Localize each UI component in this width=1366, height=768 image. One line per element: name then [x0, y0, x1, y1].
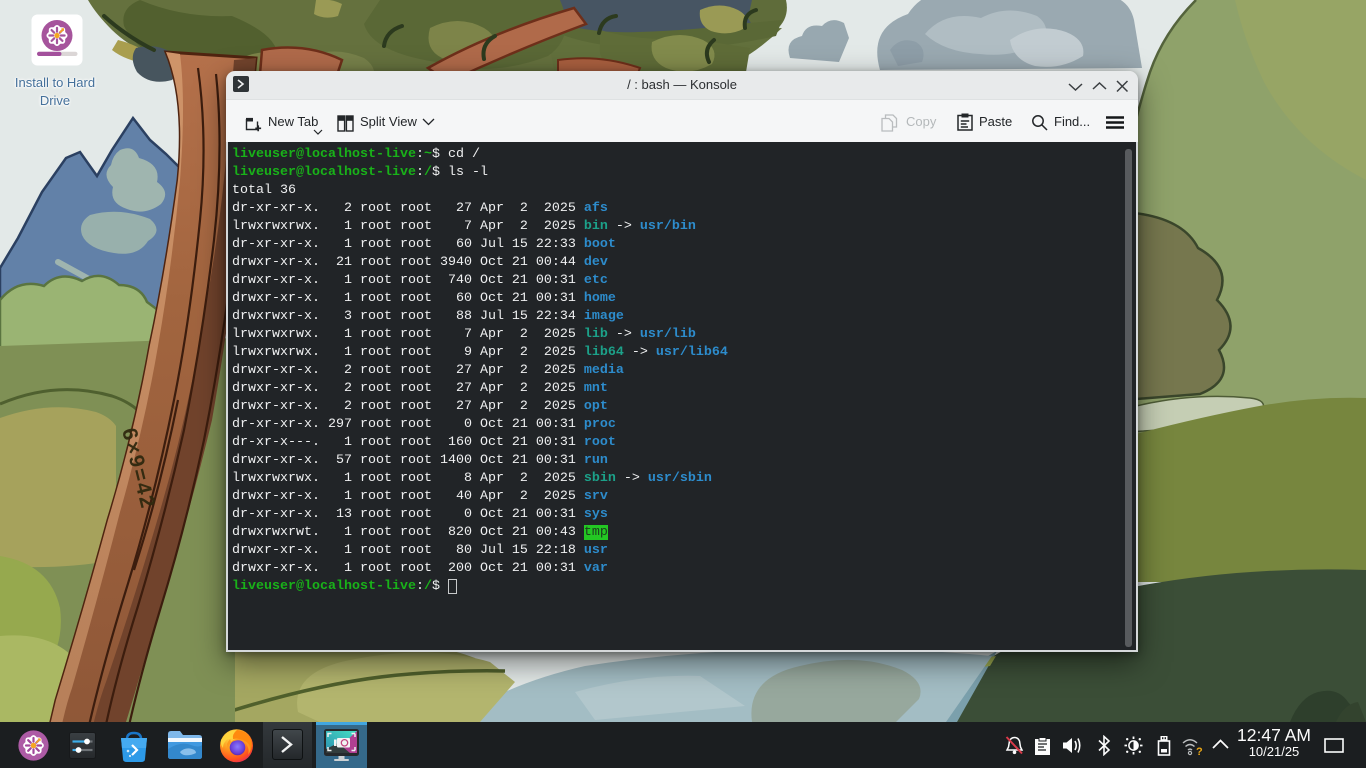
- svg-text:?: ?: [1196, 746, 1203, 756]
